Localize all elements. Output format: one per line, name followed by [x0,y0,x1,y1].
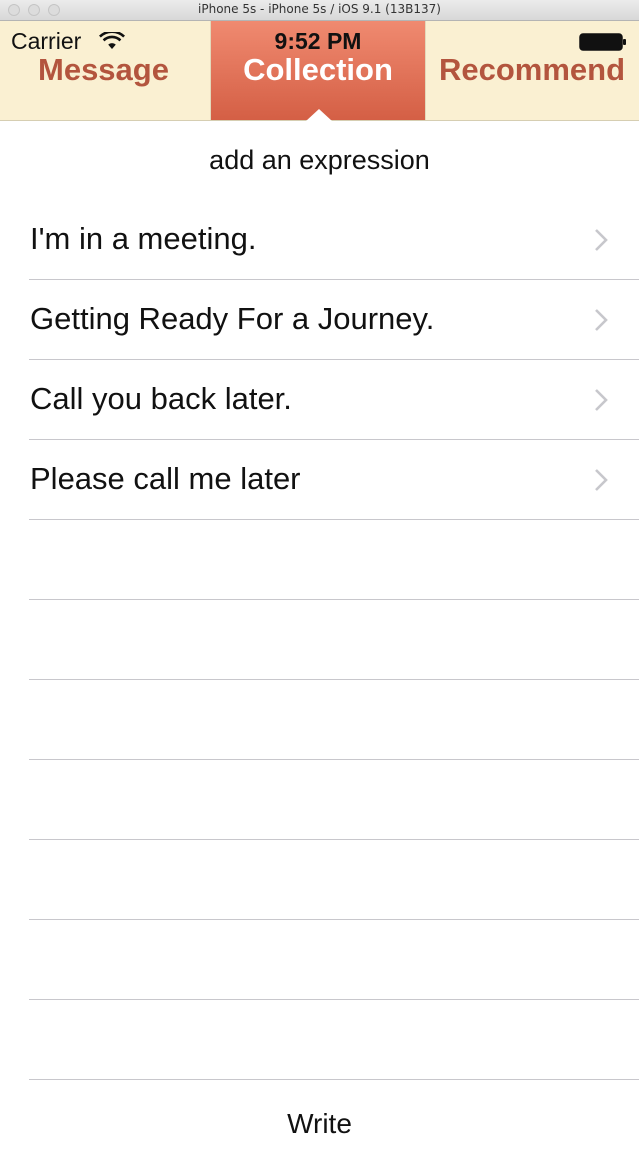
battery-icon [579,33,626,51]
write-button[interactable]: Write [0,1108,639,1140]
carrier-label: Carrier [11,28,82,54]
add-expression-button[interactable]: add an expression [0,145,639,176]
chevron-right-icon [595,309,608,331]
empty-list-row [0,840,639,920]
list-item-text: Call you back later. [30,381,292,416]
tab-recommend-label: Recommend [439,52,626,87]
wifi-icon [99,32,125,49]
list-item-text: Please call me later [30,461,301,496]
tab-message-label: Message [38,52,169,87]
empty-list-row [0,520,639,600]
empty-list-row [0,600,639,680]
list-item[interactable]: Please call me later [0,440,639,520]
empty-list-row [0,1000,639,1080]
list-item-text: Getting Ready For a Journey. [30,301,435,336]
selected-tab-pointer [306,109,332,121]
empty-list-row [0,920,639,1000]
empty-list-row [0,680,639,760]
list-item[interactable]: Getting Ready For a Journey. [0,280,639,360]
list-item[interactable]: I'm in a meeting. [0,200,639,280]
chevron-right-icon [595,389,608,411]
chevron-right-icon [595,229,608,251]
status-time: 9:52 PM [274,28,362,54]
window-titlebar: iPhone 5s - iPhone 5s / iOS 9.1 (13B137) [0,0,639,21]
list-item-text: I'm in a meeting. [30,221,257,256]
expression-list: I'm in a meeting. Getting Ready For a Jo… [0,200,639,1080]
chevron-right-icon [595,469,608,491]
tab-collection-label: Collection [243,52,393,87]
empty-list-row [0,760,639,840]
list-item[interactable]: Call you back later. [0,360,639,440]
window-title: iPhone 5s - iPhone 5s / iOS 9.1 (13B137) [198,2,441,16]
